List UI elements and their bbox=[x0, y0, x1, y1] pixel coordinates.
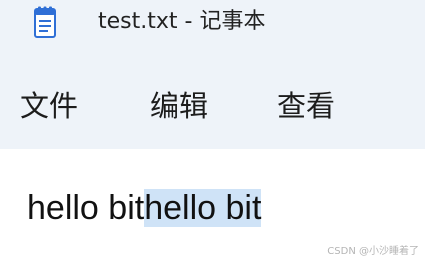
menu-view[interactable]: 查看 bbox=[277, 88, 335, 124]
title-bar[interactable]: test.txt - 记事本 bbox=[0, 0, 425, 64]
menu-edit[interactable]: 编辑 bbox=[150, 88, 208, 124]
notepad-window: test.txt - 记事本 文件 编辑 查看 hello bithello b… bbox=[0, 0, 425, 261]
csdn-watermark: CSDN @小沙睡着了 bbox=[327, 246, 419, 257]
notepad-icon bbox=[34, 6, 56, 38]
unselected-text: hello bit bbox=[27, 189, 145, 227]
window-title: test.txt - 记事本 bbox=[98, 9, 266, 34]
selected-text: hello bit bbox=[144, 189, 262, 227]
menu-file[interactable]: 文件 bbox=[20, 88, 78, 124]
editor-text-line[interactable]: hello bithello bit bbox=[27, 186, 262, 230]
